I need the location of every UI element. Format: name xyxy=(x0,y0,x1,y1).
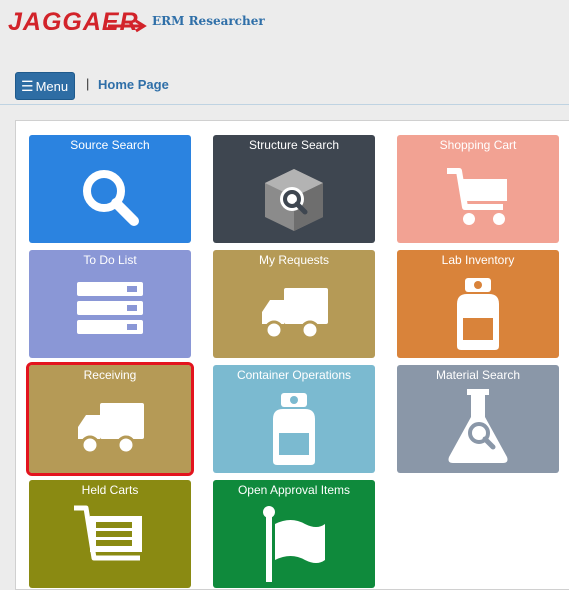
flask-search-icon xyxy=(445,387,511,468)
tile-label: Source Search xyxy=(70,138,150,152)
tile-structure-search[interactable]: Structure Search xyxy=(213,135,375,243)
hamburger-icon: ☰ xyxy=(21,78,34,94)
menu-button-label: Menu xyxy=(35,79,69,94)
tile-label: Receiving xyxy=(83,368,137,382)
breadcrumb-separator: | xyxy=(86,76,90,91)
truck-icon xyxy=(74,401,146,460)
tile-source-search[interactable]: Source Search xyxy=(29,135,191,243)
tile-label: Structure Search xyxy=(248,138,340,152)
tile-panel: Source Search Structure Search Shopping … xyxy=(15,120,569,590)
tile-shopping-cart[interactable]: Shopping Cart xyxy=(397,135,559,243)
breadcrumb-home[interactable]: Home Page xyxy=(98,77,169,92)
tile-label: Open Approval Items xyxy=(237,483,351,497)
tile-lab-inventory[interactable]: Lab Inventory xyxy=(397,250,559,358)
tile-label: Shopping Cart xyxy=(439,138,517,152)
list-icon xyxy=(77,280,143,339)
tile-open-approval-items[interactable]: Open Approval Items xyxy=(213,480,375,588)
tile-held-carts[interactable]: Held Carts xyxy=(29,480,191,588)
cart-list-icon xyxy=(70,502,150,585)
flag-icon xyxy=(261,504,327,587)
tile-my-requests[interactable]: My Requests xyxy=(213,250,375,358)
tile-label: Material Search xyxy=(435,368,521,382)
tile-material-search[interactable]: Material Search xyxy=(397,365,559,473)
bottle-icon xyxy=(267,391,321,470)
tile-label: My Requests xyxy=(258,253,330,267)
logo-text: JAGGAER xyxy=(8,8,139,36)
shopping-cart-icon xyxy=(443,165,513,230)
navbar: ☰ Menu | Home Page xyxy=(0,62,569,105)
tile-label: Lab Inventory xyxy=(441,253,515,267)
truck-icon xyxy=(258,286,330,345)
tile-label: Held Carts xyxy=(81,483,139,497)
app-header: JAGGAER ERM Researcher xyxy=(0,0,569,50)
tile-receiving[interactable]: Receiving xyxy=(26,362,194,476)
app-title: ERM Researcher xyxy=(152,14,265,28)
bottle-icon xyxy=(451,276,505,355)
tile-to-do-list[interactable]: To Do List xyxy=(29,250,191,358)
tile-container-operations[interactable]: Container Operations xyxy=(213,365,375,473)
search-icon xyxy=(78,165,142,232)
jaggaer-logo[interactable]: JAGGAER xyxy=(8,8,148,36)
structure-box-search-icon xyxy=(259,165,329,238)
menu-button[interactable]: ☰ Menu xyxy=(15,72,75,100)
tile-label: To Do List xyxy=(83,253,137,267)
tile-label: Container Operations xyxy=(236,368,352,382)
